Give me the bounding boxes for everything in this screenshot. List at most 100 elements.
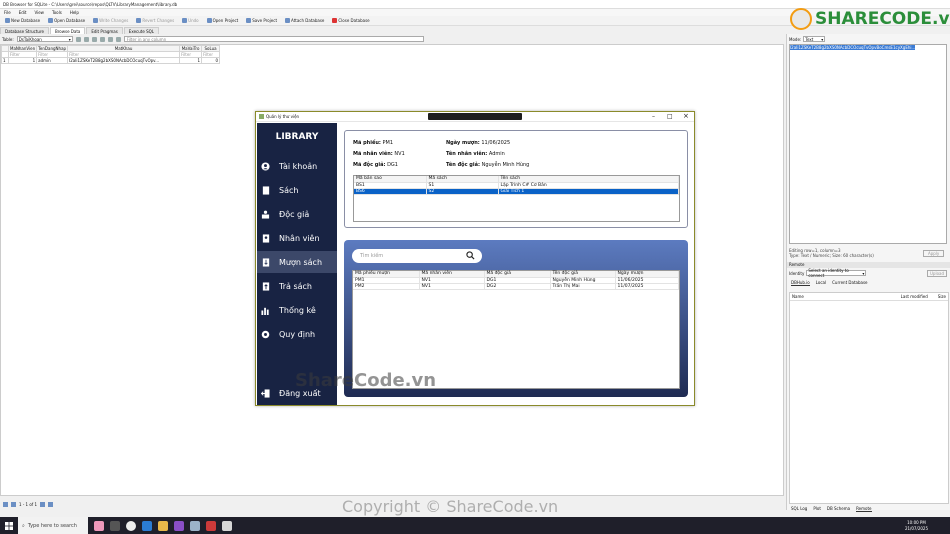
menu-edit[interactable]: Edit bbox=[19, 10, 27, 15]
visual-studio-icon[interactable] bbox=[174, 520, 184, 531]
taskbar-search-input[interactable]: ⌕ Type here to search bbox=[18, 517, 88, 534]
clock-date: 21/07/2025 bbox=[904, 525, 928, 531]
minimize-icon[interactable]: – bbox=[652, 113, 655, 120]
column-header[interactable]: MaVaiTro bbox=[179, 45, 203, 52]
filter-input[interactable]: Filter in any column bbox=[123, 36, 424, 42]
grid-cell[interactable]: 0 bbox=[201, 57, 221, 64]
remote-col-size: Size bbox=[937, 294, 946, 299]
sidebar-item-books[interactable]: Sách bbox=[257, 179, 337, 201]
clear-filters-icon[interactable] bbox=[83, 36, 89, 42]
open-project-button[interactable]: Open Project bbox=[205, 18, 241, 23]
copyright-watermark: Copyright © ShareCode.vn bbox=[342, 497, 559, 516]
identity-select[interactable]: Select an identity to connect ▾ bbox=[806, 268, 867, 278]
refresh-icon[interactable] bbox=[75, 36, 81, 42]
windows-start-icon[interactable] bbox=[0, 517, 18, 534]
sidebar-item-statistics[interactable]: Thống kê bbox=[257, 299, 337, 321]
maximize-icon[interactable]: □ bbox=[667, 113, 673, 120]
save-project-button[interactable]: Save Project bbox=[244, 18, 279, 23]
table-row[interactable]: 1 1 admin I2aIi1ZSKeT2B8g2bXS0NAcbDCOcuq… bbox=[1, 57, 221, 64]
upload-doc-icon bbox=[261, 281, 270, 291]
menu-file[interactable]: File bbox=[4, 10, 11, 15]
save-filter-icon[interactable] bbox=[91, 36, 97, 42]
table-row[interactable]: BS6 S2 Giải Tích 1 bbox=[354, 188, 679, 195]
close-icon[interactable]: × bbox=[683, 112, 689, 120]
sidebar-item-accounts[interactable]: Tài khoản bbox=[257, 155, 337, 177]
file-explorer-icon[interactable] bbox=[158, 520, 168, 531]
table-select[interactable]: DsTaiKhoan ▾ bbox=[16, 36, 73, 42]
vscode-icon[interactable] bbox=[142, 520, 152, 531]
system-clock[interactable]: 10:00 PM 21/07/2025 bbox=[905, 520, 928, 532]
bottom-tab-db-schema[interactable]: DB Schema bbox=[827, 506, 850, 512]
taskbar-app-icon[interactable] bbox=[222, 520, 232, 531]
undo-icon bbox=[182, 18, 188, 23]
staff-name-field: Tên nhân viên: Admin bbox=[446, 151, 505, 157]
app-title: Quản lý thư viện bbox=[266, 114, 300, 119]
print-icon[interactable] bbox=[99, 36, 105, 42]
right-panel: Mode: Text ▾ I2aIi1ZSKeT2B8g2bXS0NAcbDCOc… bbox=[786, 34, 950, 512]
grid-cell[interactable]: I2aIi1ZSKeT2B8g2bXS0NAcbDCOcuqTvOpv... bbox=[67, 57, 181, 64]
grid-cell[interactable]: 1 bbox=[7, 57, 38, 64]
sidebar-item-borrow[interactable]: Mượn sách bbox=[257, 251, 337, 273]
delete-record-icon[interactable] bbox=[115, 36, 121, 42]
page-indicator: 1 - 1 of 1 bbox=[19, 502, 38, 507]
insert-record-icon[interactable] bbox=[107, 36, 113, 42]
next-page-icon[interactable] bbox=[40, 502, 46, 507]
column-header[interactable]: SoLua bbox=[201, 45, 221, 52]
cell-editor[interactable]: I2aIi1ZSKeT2B8g2bXS0NAcbDCOcuqTvOpvBoCms… bbox=[789, 44, 947, 244]
menu-help[interactable]: Help bbox=[70, 10, 79, 15]
remote-tab-current-database[interactable]: Current Database bbox=[832, 280, 867, 286]
search-icon[interactable] bbox=[466, 251, 475, 262]
table-row[interactable]: PM2 NV1 DG2 Trần Thị Mai 11/07/2025 bbox=[353, 283, 679, 290]
prev-page-icon[interactable] bbox=[11, 502, 16, 507]
chevron-down-icon: ▾ bbox=[821, 36, 824, 42]
row-number[interactable]: 1 bbox=[1, 57, 9, 64]
logo-circle-icon bbox=[790, 8, 812, 30]
sidebar-item-rules[interactable]: Quy định bbox=[257, 323, 337, 345]
book-copies-table: Mã bản sao Mã sách Tên sách BS1 S1 Lập T… bbox=[353, 175, 680, 222]
bottom-tab-plot[interactable]: Plot bbox=[813, 506, 821, 512]
tab-execute-sql[interactable]: Execute SQL bbox=[123, 27, 159, 34]
upload-button[interactable]: Upload bbox=[927, 270, 948, 277]
taskbar-app-icon[interactable] bbox=[206, 520, 216, 531]
first-page-icon[interactable] bbox=[3, 502, 8, 507]
write-changes-button[interactable]: Write Changes bbox=[91, 18, 130, 23]
column-header[interactable]: TenDangNhap bbox=[36, 45, 69, 52]
menu-view[interactable]: View bbox=[34, 10, 44, 15]
new-database-button[interactable]: New Database bbox=[3, 18, 42, 23]
taskbar-app-icon[interactable] bbox=[94, 520, 104, 531]
revert-changes-button[interactable]: Revert Changes bbox=[134, 18, 176, 23]
remote-tab-dbhub[interactable]: DBHub.io bbox=[791, 280, 810, 286]
taskbar-app-icon[interactable] bbox=[110, 520, 120, 531]
grid-cell[interactable]: admin bbox=[36, 57, 69, 64]
db-browser-icon[interactable] bbox=[190, 520, 200, 531]
mode-label: Mode: bbox=[789, 36, 802, 42]
tab-database-structure[interactable]: Database Structure bbox=[0, 27, 49, 34]
column-header[interactable]: MaNhanVien bbox=[7, 45, 38, 52]
chrome-icon[interactable] bbox=[126, 520, 136, 531]
screen-capture-toolbar[interactable] bbox=[428, 113, 522, 120]
identity-label: Identity bbox=[789, 270, 805, 276]
app-icon bbox=[259, 114, 264, 119]
tab-edit-pragmas[interactable]: Edit Pragmas bbox=[86, 27, 123, 34]
window-title: DB Browser for SQLite - C:\Users\grei\so… bbox=[3, 1, 178, 7]
remote-tab-local[interactable]: Local bbox=[816, 280, 826, 286]
open-database-button[interactable]: Open Database bbox=[46, 18, 87, 23]
menu-tools[interactable]: Tools bbox=[52, 10, 62, 15]
grid-cell[interactable]: 1 bbox=[179, 57, 203, 64]
bottom-tab-remote[interactable]: Remote bbox=[856, 506, 872, 512]
tab-browse-data[interactable]: Browse Data bbox=[49, 27, 86, 34]
close-database-button[interactable]: Close Database bbox=[330, 18, 371, 23]
last-page-icon[interactable] bbox=[48, 502, 54, 507]
sidebar-item-readers[interactable]: Độc giả bbox=[257, 203, 337, 225]
attach-database-button[interactable]: Attach Database bbox=[283, 18, 326, 23]
undo-button[interactable]: Undo bbox=[180, 18, 200, 23]
sidebar-item-staff[interactable]: Nhân viên bbox=[257, 227, 337, 249]
search-input[interactable]: Tìm kiếm bbox=[352, 249, 482, 263]
apply-button[interactable]: Apply bbox=[923, 250, 945, 257]
close-database-icon bbox=[332, 18, 338, 23]
mode-select[interactable]: Text ▾ bbox=[803, 36, 826, 42]
bottom-tab-sql-log[interactable]: SQL Log bbox=[791, 506, 807, 512]
sidebar-item-return[interactable]: Trả sách bbox=[257, 275, 337, 297]
type-info: Type: Text / Numeric; Size: 60 character… bbox=[789, 253, 874, 258]
chevron-down-icon: ▾ bbox=[862, 270, 865, 276]
